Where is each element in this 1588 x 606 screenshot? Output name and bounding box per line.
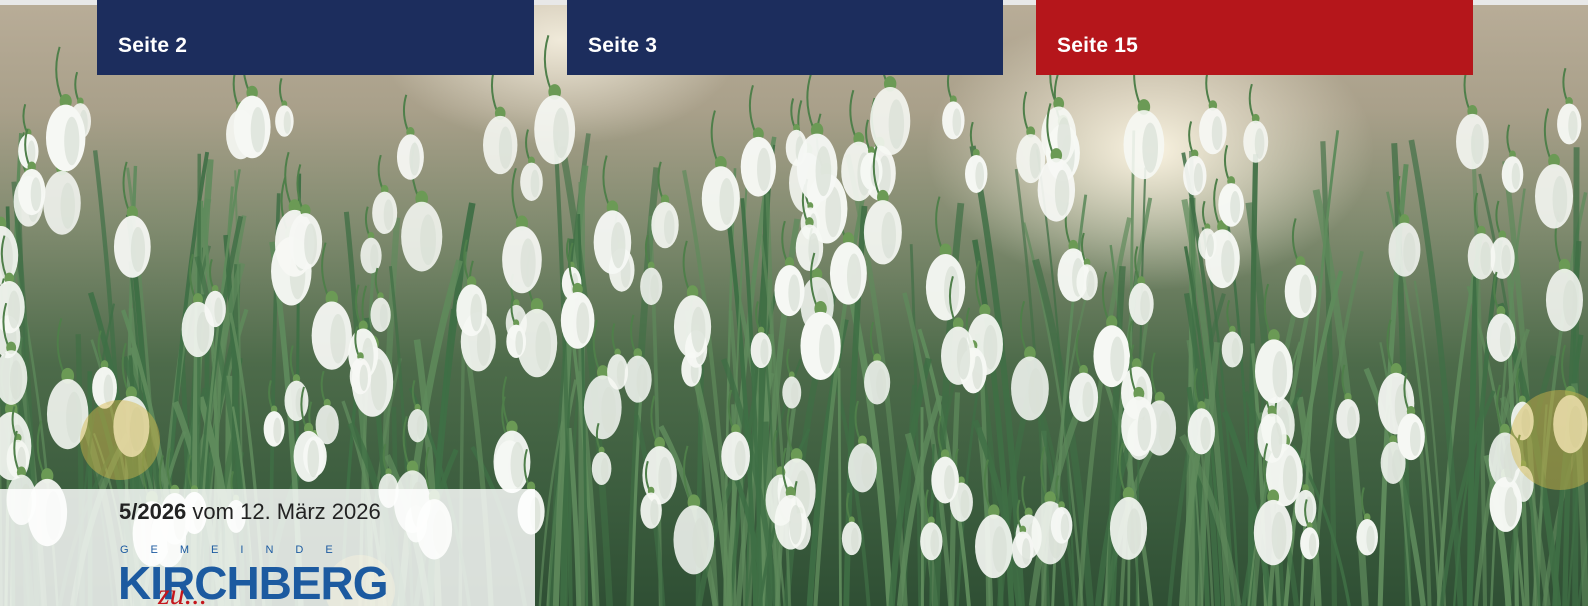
- logo-top-text: GEMEINDE: [120, 544, 355, 556]
- teaser-tile-seite-15[interactable]: Seite 15: [1036, 0, 1473, 75]
- logo-script-text: zu...: [158, 578, 208, 606]
- issue-number: 5/2026: [119, 499, 187, 524]
- issue-box: 5/2026 vom 12. März 2026 GEMEINDE KIRCHB…: [0, 489, 535, 606]
- kirchberg-logo[interactable]: GEMEINDE KIRCHBERG zu...: [118, 544, 418, 606]
- issue-info: 5/2026 vom 12. März 2026: [119, 499, 381, 525]
- teaser-tile-seite-2[interactable]: Seite 2: [97, 0, 534, 75]
- tile-label: Seite 15: [1057, 34, 1138, 57]
- tile-label: Seite 2: [118, 34, 188, 57]
- issue-date: vom 12. März 2026: [192, 499, 381, 524]
- tile-label: Seite 3: [588, 34, 658, 57]
- teaser-tile-seite-3[interactable]: Seite 3: [567, 0, 1003, 75]
